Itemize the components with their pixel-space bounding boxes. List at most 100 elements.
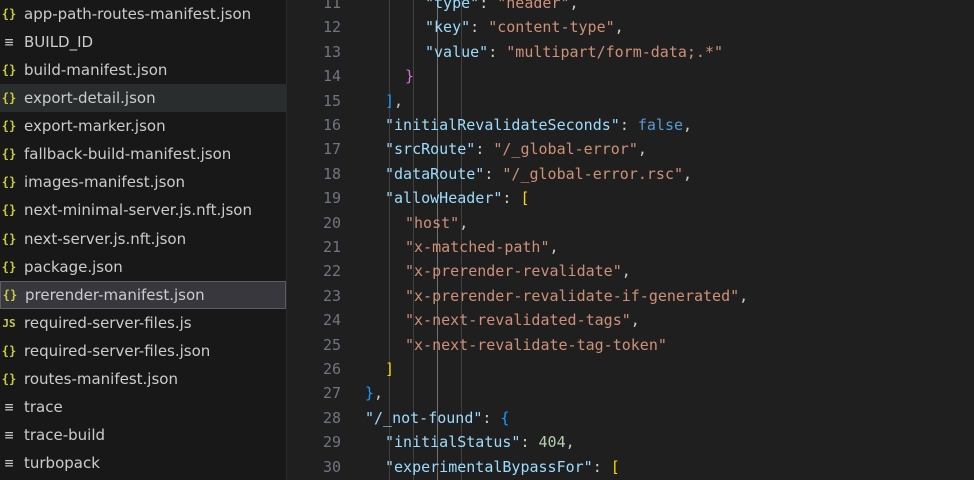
punctuation: :	[502, 189, 521, 208]
punctuation: :	[479, 0, 498, 12]
line-number: 25	[322, 335, 341, 354]
code-text: ]	[385, 357, 394, 381]
code-line[interactable]: 27},	[287, 381, 974, 405]
code-text: "initialRevalidateSeconds": false,	[385, 113, 692, 137]
code-text: "type": "header",	[425, 0, 579, 15]
line-number: 30	[322, 457, 341, 476]
punctuation: :	[520, 433, 539, 452]
file-item[interactable]: {} prerender-manifest.json	[0, 281, 286, 309]
code-line[interactable]: 15],	[287, 89, 974, 113]
json-braces-icon: {}	[1, 260, 17, 274]
file-item[interactable]: {} images-manifest.json	[0, 168, 286, 196]
punctuation: ,	[683, 164, 693, 183]
line-number: 11	[322, 0, 341, 12]
code-line[interactable]: 11 "type": "header",	[287, 0, 974, 15]
punctuation: ,	[569, 0, 579, 12]
code-line[interactable]: 17 "srcRoute": "/_global-error",	[287, 137, 974, 161]
code-text: ],	[385, 89, 403, 113]
line-number: 29	[322, 433, 341, 452]
code-line[interactable]: 24 "x-next-revalidated-tags",	[287, 308, 974, 332]
file-item[interactable]: ≡ turbopack	[0, 449, 286, 477]
punctuation: ,	[374, 384, 384, 403]
json-key: "value"	[425, 42, 489, 61]
file-item[interactable]: ≡ BUILD_ID	[0, 28, 286, 56]
plain-file-icon: ≡	[4, 398, 14, 416]
file-item[interactable]: {} export-marker.json	[0, 112, 286, 140]
code-text: "x-matched-path",	[405, 235, 559, 259]
file-name: required-server-files.json	[24, 342, 211, 360]
code-line[interactable]: 22 "x-prerender-revalidate",	[287, 259, 974, 283]
file-item[interactable]: {} app-path-routes-manifest.json	[0, 0, 286, 28]
line-number: 24	[322, 311, 341, 330]
json-braces-icon: {}	[1, 203, 17, 217]
json-key: "allowHeader"	[385, 189, 503, 208]
code-line[interactable]: 21 "x-matched-path",	[287, 235, 974, 259]
line-number: 19	[322, 189, 341, 208]
file-name: images-manifest.json	[24, 173, 186, 191]
punctuation: ,	[614, 18, 624, 37]
line-number: 15	[322, 91, 341, 110]
file-item[interactable]: {} fallback-build-manifest.json	[0, 140, 286, 168]
file-name: next-server.js.nft.json	[24, 230, 187, 248]
code-text: "/_not-found": {	[365, 406, 510, 430]
json-braces-icon: {}	[1, 175, 17, 189]
file-name: turbopack	[24, 454, 100, 472]
file-item[interactable]: {} package.json	[0, 253, 286, 281]
code-text: "srcRoute": "/_global-error",	[385, 137, 647, 161]
file-name: trace-build	[24, 426, 106, 444]
code-line[interactable]: 19 "allowHeader": [	[287, 186, 974, 210]
file-item[interactable]: JS required-server-files.js	[0, 309, 286, 337]
code-line[interactable]: 30 "experimentalBypassFor": [	[287, 455, 974, 479]
code-line[interactable]: 25 "x-next-revalidate-tag-token"	[287, 333, 974, 357]
json-braces-icon: {}	[1, 372, 17, 386]
line-number: 16	[322, 116, 341, 134]
file-item[interactable]: ≡ trace	[0, 393, 286, 421]
json-braces-icon: {}	[2, 288, 18, 302]
file-item[interactable]: {} routes-manifest.json	[0, 365, 286, 393]
code-text: "key": "content-type",	[425, 15, 624, 39]
json-boolean: false	[637, 116, 684, 134]
file-item[interactable]: {} next-minimal-server.js.nft.json	[0, 196, 286, 224]
code-line[interactable]: 12 "key": "content-type",	[287, 15, 974, 39]
code-line[interactable]: 23 "x-prerender-revalidate-if-generated",	[287, 284, 974, 308]
json-braces-icon: {}	[1, 7, 17, 21]
bracket: [	[520, 189, 530, 208]
code-line[interactable]: 14}	[287, 64, 974, 88]
punctuation: :	[488, 42, 507, 61]
code-line[interactable]: 16 "initialRevalidateSeconds": false,	[287, 113, 974, 137]
file-name: build-manifest.json	[24, 61, 168, 79]
code-text: },	[365, 381, 383, 405]
punctuation: :	[475, 140, 494, 159]
code-line[interactable]: 29 "initialStatus": 404,	[287, 430, 974, 454]
json-number: 404	[538, 433, 566, 452]
code-line[interactable]: 28 "/_not-found": {	[287, 406, 974, 430]
punctuation: :	[482, 408, 501, 427]
json-string: "x-prerender-revalidate-if-generated"	[405, 286, 740, 305]
code-text: "x-prerender-revalidate-if-generated",	[405, 284, 748, 308]
file-item[interactable]: {} required-server-files.json	[0, 337, 286, 365]
code-text: "x-next-revalidate-tag-token"	[405, 333, 667, 357]
plain-file-icon: ≡	[4, 33, 14, 51]
json-string: "/_global-error"	[493, 140, 638, 159]
json-key: "dataRoute"	[385, 164, 485, 183]
file-item[interactable]: {} next-server.js.nft.json	[0, 225, 286, 253]
code-text: "allowHeader": [	[385, 186, 530, 210]
json-key: "srcRoute"	[385, 140, 476, 159]
file-name: required-server-files.js	[24, 314, 192, 332]
code-line[interactable]: 18 "dataRoute": "/_global-error.rsc",	[287, 162, 974, 186]
plain-file-icon: ≡	[4, 426, 14, 444]
line-number: 27	[322, 384, 341, 403]
file-item[interactable]: {} build-manifest.json	[0, 56, 286, 84]
code-line[interactable]: 13 "value": "multipart/form-data;.*"	[287, 40, 974, 64]
file-name: export-detail.json	[24, 89, 156, 107]
file-item[interactable]: {} export-detail.json	[0, 84, 286, 112]
json-string: "content-type"	[488, 18, 615, 37]
file-item[interactable]: ≡ trace-build	[0, 421, 286, 449]
code-line[interactable]: 26]	[287, 357, 974, 381]
code-editor[interactable]: 11 "type": "header", 12 "key": "content-typ…	[287, 0, 974, 480]
code-line[interactable]: 20 "host",	[287, 211, 974, 235]
line-number: 20	[322, 213, 341, 232]
code-text: "experimentalBypassFor": [	[385, 455, 620, 479]
file-name: fallback-build-manifest.json	[24, 145, 232, 163]
code-text: "dataRoute": "/_global-error.rsc",	[385, 162, 692, 186]
